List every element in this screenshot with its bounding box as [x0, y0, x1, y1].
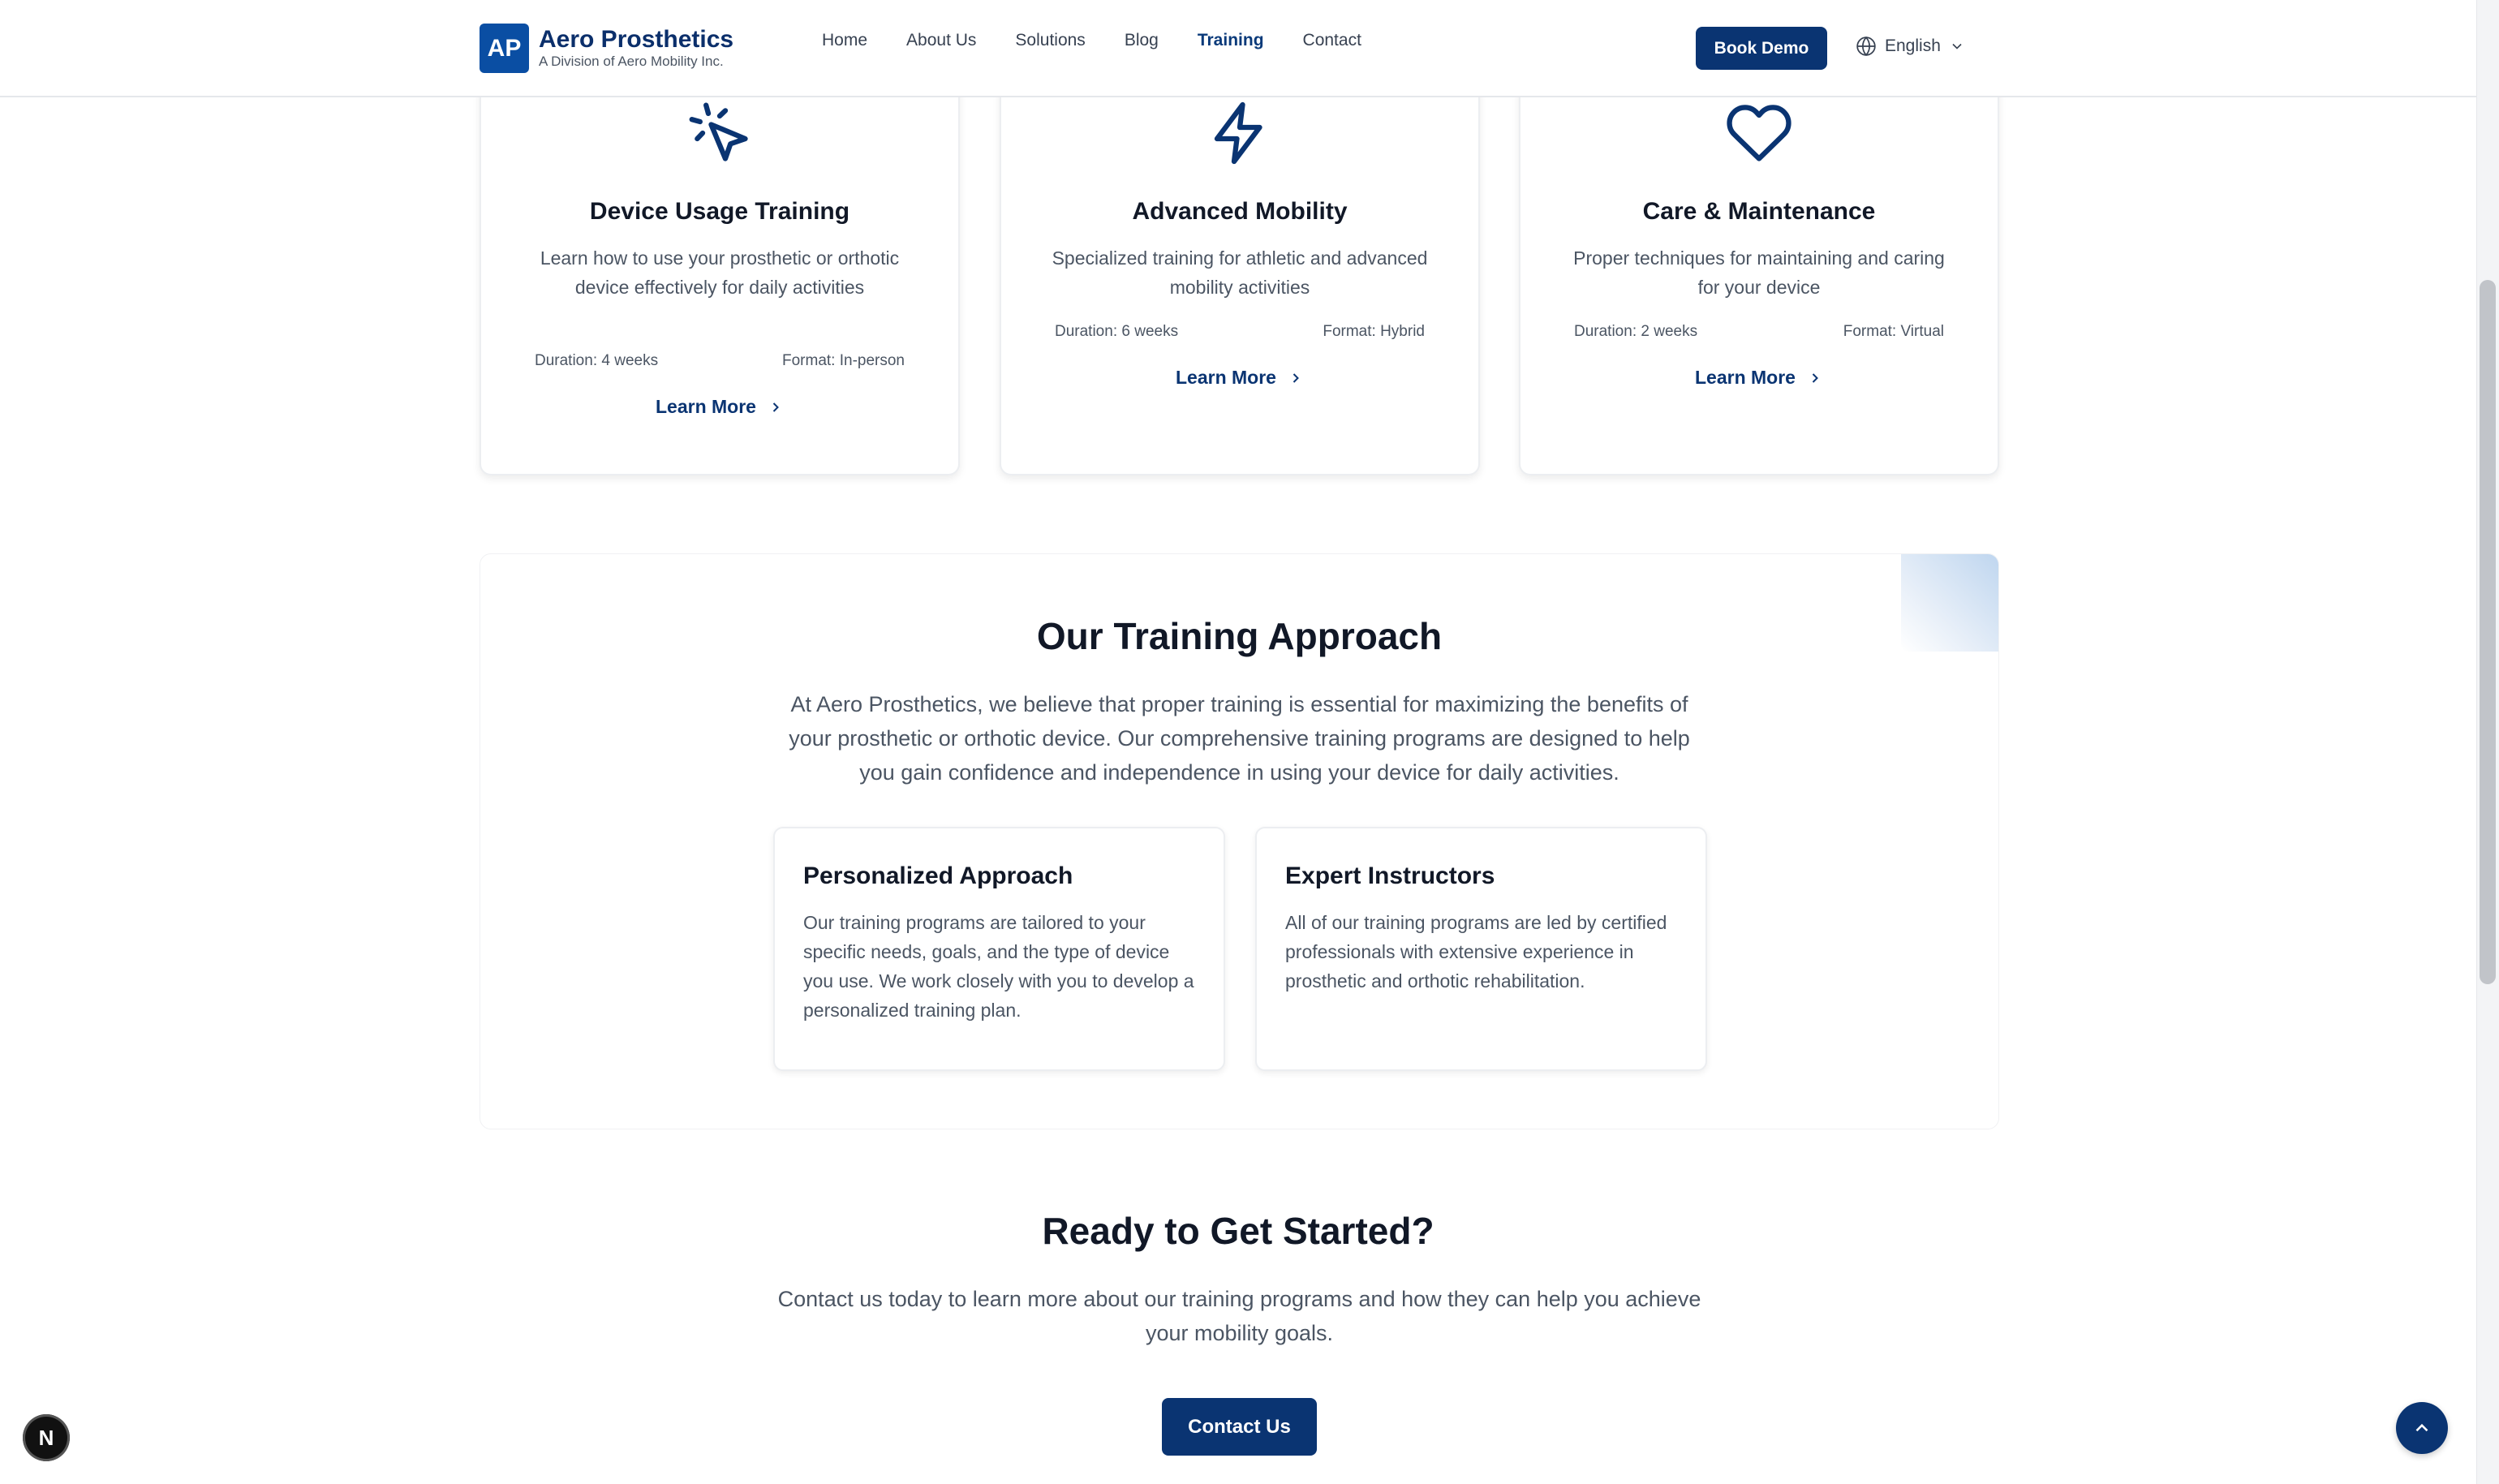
- program-description: Learn how to use your prosthetic or orth…: [540, 247, 900, 298]
- program-format: Format: Hybrid: [1323, 323, 1425, 340]
- chevron-right-icon: [1812, 372, 1818, 383]
- brand-subtitle: A Division of Aero Mobility Inc.: [539, 53, 724, 69]
- nav-blog[interactable]: Blog: [1125, 31, 1159, 50]
- program-meta: Duration: 2 weeks Format: Virtual: [1574, 323, 1944, 341]
- program-duration: Duration: 6 weeks: [1055, 323, 1179, 340]
- program-duration: Duration: 2 weeks: [1574, 323, 1698, 340]
- brand-name: Aero Prosthetics: [539, 25, 734, 53]
- chevron-right-icon: [772, 402, 779, 412]
- brand-logo[interactable]: AP Aero Prosthetics A Division of Aero M…: [480, 24, 733, 73]
- nav-solutions[interactable]: Solutions: [1015, 31, 1085, 50]
- program-description: Proper techniques for maintaining and ca…: [1573, 247, 1945, 298]
- learn-more-link[interactable]: Learn More: [481, 396, 958, 418]
- section-title: Our Training Approach: [1036, 615, 1443, 657]
- program-card-device-usage: Device Usage Training Learn how to use y…: [480, 57, 960, 475]
- globe-icon: [1856, 36, 1876, 57]
- language-label: English: [1885, 37, 1941, 55]
- learn-more-label: Learn More: [1176, 367, 1276, 388]
- program-title: Device Usage Training: [589, 198, 850, 225]
- lightning-icon: [1214, 101, 1262, 165]
- cta-description: Contact us today to learn more about our…: [777, 1287, 1701, 1345]
- learn-more-label: Learn More: [656, 396, 756, 417]
- site-header: AP Aero Prosthetics A Division of Aero M…: [0, 0, 2476, 97]
- chevron-up-icon: [2415, 1423, 2428, 1432]
- main-nav: Home About Us Solutions Blog Training Co…: [822, 31, 1361, 50]
- cursor-click-icon: [689, 102, 748, 161]
- learn-more-link[interactable]: Learn More: [1001, 367, 1478, 389]
- program-meta: Duration: 4 weeks Format: In-person: [535, 352, 905, 370]
- feature-text: Our training programs are tailored to yo…: [803, 912, 1194, 1021]
- scroll-to-top-button[interactable]: [2396, 1402, 2448, 1454]
- section-description: At Aero Prosthetics, we believe that pro…: [789, 692, 1690, 785]
- nav-about-us[interactable]: About Us: [906, 31, 976, 50]
- dev-tools-badge[interactable]: N: [23, 1414, 70, 1461]
- program-meta: Duration: 6 weeks Format: Hybrid: [1055, 323, 1425, 341]
- cta-title: Ready to Get Started?: [1042, 1210, 1434, 1252]
- logo-text: Aero Prosthetics A Division of Aero Mobi…: [539, 25, 734, 71]
- program-title: Advanced Mobility: [1132, 198, 1348, 225]
- scrollbar-thumb[interactable]: [2480, 280, 2496, 984]
- nav-home[interactable]: Home: [822, 31, 867, 50]
- feature-text: All of our training programs are led by …: [1285, 912, 1667, 991]
- feature-card-instructors: Expert Instructors All of our training p…: [1255, 827, 1707, 1071]
- nav-contact[interactable]: Contact: [1303, 31, 1361, 50]
- program-format: Format: Virtual: [1843, 323, 1944, 340]
- contact-us-button[interactable]: Contact Us: [1162, 1398, 1317, 1456]
- program-description: Specialized training for athletic and ad…: [1052, 247, 1428, 298]
- learn-more-label: Learn More: [1695, 367, 1796, 388]
- heart-icon: [1727, 105, 1791, 161]
- program-card-care-maintenance: Care & Maintenance Proper techniques for…: [1519, 57, 1999, 475]
- language-selector[interactable]: English: [1856, 36, 1965, 57]
- learn-more-link[interactable]: Learn More: [1520, 367, 1998, 389]
- chevron-down-icon: [1952, 43, 1962, 49]
- program-title: Care & Maintenance: [1642, 198, 1876, 225]
- feature-title: Personalized Approach: [803, 862, 1073, 889]
- training-approach-section: Our Training Approach At Aero Prosthetic…: [480, 553, 1999, 1129]
- program-format: Format: In-person: [782, 352, 905, 369]
- nav-training[interactable]: Training: [1198, 31, 1264, 50]
- logo-mark: AP: [480, 24, 529, 73]
- feature-title: Expert Instructors: [1285, 862, 1495, 889]
- program-card-advanced-mobility: Advanced Mobility Specialized training f…: [1000, 57, 1480, 475]
- book-demo-button[interactable]: Book Demo: [1696, 27, 1827, 70]
- program-duration: Duration: 4 weeks: [535, 352, 659, 369]
- chevron-right-icon: [1293, 372, 1299, 383]
- feature-card-personalized: Personalized Approach Our training progr…: [773, 827, 1225, 1071]
